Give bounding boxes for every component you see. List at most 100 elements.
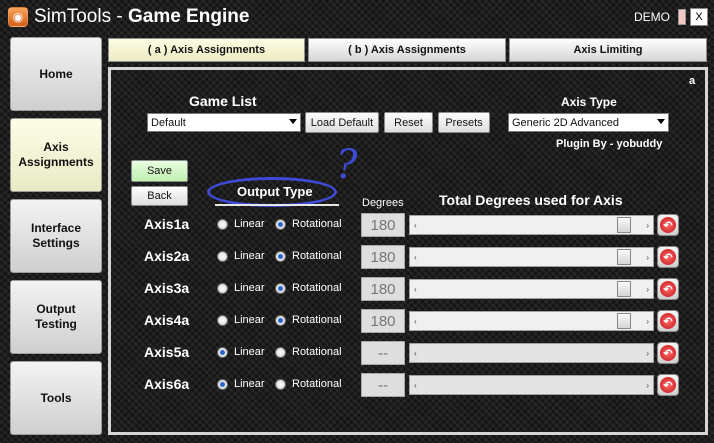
reset-axis-button[interactable]: ↶ bbox=[657, 246, 679, 268]
axis-type-value: Generic 2D Advanced bbox=[512, 116, 620, 129]
rotational-radio[interactable] bbox=[275, 283, 286, 294]
axis-row-axis3a: Axis3a Linear Rotational 180 ‹ › ↶ bbox=[0, 277, 714, 301]
reset-axis-button[interactable]: ↶ bbox=[657, 310, 679, 332]
axis-row-axis6a: Axis6a Linear Rotational -- ‹ › ↶ bbox=[0, 373, 714, 397]
slider-right-arrow-icon[interactable]: › bbox=[646, 317, 649, 326]
sidebar-item-home[interactable]: Home bbox=[10, 37, 102, 111]
slider-thumb[interactable] bbox=[617, 217, 631, 233]
degrees-field[interactable]: -- bbox=[361, 373, 405, 397]
rotational-label: Rotational bbox=[292, 378, 342, 390]
slider-left-arrow-icon[interactable]: ‹ bbox=[414, 349, 417, 358]
rotational-label: Rotational bbox=[292, 218, 342, 230]
axis-name: Axis5a bbox=[144, 344, 190, 360]
slider-right-arrow-icon[interactable]: › bbox=[646, 221, 649, 230]
degrees-label: Degrees bbox=[362, 197, 404, 209]
axis-name: Axis6a bbox=[144, 376, 190, 392]
total-degrees-slider[interactable]: ‹ › bbox=[409, 375, 654, 395]
undo-icon: ↶ bbox=[660, 249, 676, 265]
slider-right-arrow-icon[interactable]: › bbox=[646, 253, 649, 262]
rotational-label: Rotational bbox=[292, 250, 342, 262]
window-title: SimTools - Game Engine bbox=[34, 6, 250, 27]
total-degrees-slider[interactable]: ‹ › bbox=[409, 247, 654, 267]
reset-axis-button[interactable]: ↶ bbox=[657, 374, 679, 396]
tab-b-axis-assignments[interactable]: ( b ) Axis Assignments bbox=[308, 38, 506, 62]
degrees-field[interactable]: 180 bbox=[361, 213, 405, 237]
linear-label: Linear bbox=[234, 314, 265, 326]
load-default-button[interactable]: Load Default bbox=[305, 112, 379, 133]
game-list-label: Game List bbox=[189, 93, 257, 109]
sidebar-item-label: Axis Assignments bbox=[18, 140, 94, 169]
total-degrees-slider[interactable]: ‹ › bbox=[409, 215, 654, 235]
sidebar-item-label: Home bbox=[39, 66, 73, 81]
reset-button[interactable]: Reset bbox=[384, 112, 433, 133]
axis-row-axis4a: Axis4a Linear Rotational 180 ‹ › ↶ bbox=[0, 309, 714, 333]
slider-thumb[interactable] bbox=[617, 281, 631, 297]
slider-right-arrow-icon[interactable]: › bbox=[646, 285, 649, 294]
chevron-down-icon bbox=[657, 119, 665, 124]
total-degrees-slider[interactable]: ‹ › bbox=[409, 279, 654, 299]
annotation-question-mark: ? bbox=[336, 142, 358, 188]
slider-left-arrow-icon[interactable]: ‹ bbox=[414, 221, 417, 230]
degrees-field[interactable]: 180 bbox=[361, 309, 405, 333]
back-button[interactable]: Back bbox=[131, 186, 188, 206]
app-logo-icon: ◉ bbox=[8, 7, 28, 27]
total-degrees-label: Total Degrees used for Axis bbox=[439, 192, 623, 208]
axis-name: Axis3a bbox=[144, 280, 190, 296]
sidebar-item-axis-assignments[interactable]: Axis Assignments bbox=[10, 118, 102, 192]
presets-button[interactable]: Presets bbox=[438, 112, 490, 133]
undo-icon: ↶ bbox=[660, 281, 676, 297]
chevron-down-icon bbox=[289, 119, 297, 124]
rotational-radio[interactable] bbox=[275, 379, 286, 390]
axis-row-axis1a: Axis1a Linear Rotational 180 ‹ › ↶ bbox=[0, 213, 714, 237]
slider-left-arrow-icon[interactable]: ‹ bbox=[414, 317, 417, 326]
slider-left-arrow-icon[interactable]: ‹ bbox=[414, 253, 417, 262]
tab-axis-limiting[interactable]: Axis Limiting bbox=[509, 38, 707, 62]
axis-row-axis5a: Axis5a Linear Rotational -- ‹ › ↶ bbox=[0, 341, 714, 365]
rotational-label: Rotational bbox=[292, 314, 342, 326]
linear-radio[interactable] bbox=[217, 379, 228, 390]
game-list-select[interactable]: Default bbox=[147, 113, 301, 132]
linear-radio[interactable] bbox=[217, 347, 228, 358]
rotational-radio[interactable] bbox=[275, 315, 286, 326]
linear-label: Linear bbox=[234, 282, 265, 294]
rotational-label: Rotational bbox=[292, 282, 342, 294]
axis-name: Axis1a bbox=[144, 216, 190, 232]
slider-right-arrow-icon[interactable]: › bbox=[646, 381, 649, 390]
linear-radio[interactable] bbox=[217, 283, 228, 294]
axis-name: Axis4a bbox=[144, 312, 190, 328]
linear-label: Linear bbox=[234, 250, 265, 262]
rotational-radio[interactable] bbox=[275, 251, 286, 262]
rotational-radio[interactable] bbox=[275, 219, 286, 230]
panel-letter: a bbox=[689, 75, 696, 87]
slider-left-arrow-icon[interactable]: ‹ bbox=[414, 381, 417, 390]
total-degrees-slider[interactable]: ‹ › bbox=[409, 343, 654, 363]
plugin-by-label: Plugin By - yobuddy bbox=[556, 138, 663, 150]
linear-radio[interactable] bbox=[217, 251, 228, 262]
slider-left-arrow-icon[interactable]: ‹ bbox=[414, 285, 417, 294]
axis-name: Axis2a bbox=[144, 248, 190, 264]
degrees-field[interactable]: -- bbox=[361, 341, 405, 365]
total-degrees-slider[interactable]: ‹ › bbox=[409, 311, 654, 331]
rotational-radio[interactable] bbox=[275, 347, 286, 358]
reset-axis-button[interactable]: ↶ bbox=[657, 278, 679, 300]
reset-axis-button[interactable]: ↶ bbox=[657, 214, 679, 236]
undo-icon: ↶ bbox=[660, 345, 676, 361]
degrees-field[interactable]: 180 bbox=[361, 277, 405, 301]
linear-radio[interactable] bbox=[217, 315, 228, 326]
reset-axis-button[interactable]: ↶ bbox=[657, 342, 679, 364]
undo-icon: ↶ bbox=[660, 377, 676, 393]
status-indicator bbox=[678, 9, 686, 25]
close-button[interactable]: X bbox=[690, 8, 708, 26]
save-button[interactable]: Save bbox=[131, 160, 188, 182]
degrees-field[interactable]: 180 bbox=[361, 245, 405, 269]
output-type-label: Output Type bbox=[237, 184, 313, 199]
axis-type-select[interactable]: Generic 2D Advanced bbox=[508, 113, 669, 132]
tab-a-axis-assignments[interactable]: ( a ) Axis Assignments bbox=[108, 38, 305, 62]
linear-radio[interactable] bbox=[217, 219, 228, 230]
slider-right-arrow-icon[interactable]: › bbox=[646, 349, 649, 358]
slider-thumb[interactable] bbox=[617, 249, 631, 265]
slider-thumb[interactable] bbox=[617, 313, 631, 329]
axis-type-label: Axis Type bbox=[561, 95, 617, 109]
undo-icon: ↶ bbox=[660, 313, 676, 329]
undo-icon: ↶ bbox=[660, 217, 676, 233]
